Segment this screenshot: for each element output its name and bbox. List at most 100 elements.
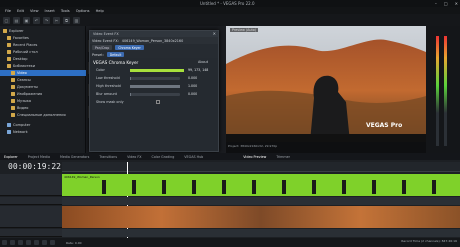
blur-slider[interactable] (130, 92, 180, 96)
record-icon[interactable] (2, 240, 7, 245)
audio-track-header[interactable] (0, 197, 62, 205)
tab-project-media[interactable]: Project Media (28, 155, 50, 159)
tree-item[interactable]: Документы (11, 84, 38, 90)
high-threshold-slider[interactable] (130, 84, 180, 88)
menu-bar: File Edit View Insert Tools Options Help (0, 7, 460, 14)
folder-icon (11, 71, 15, 75)
param-low-threshold: Low threshold 0.000 (96, 76, 198, 80)
menu-view[interactable]: View (30, 9, 39, 13)
prev-frame-icon[interactable] (42, 240, 47, 245)
low-threshold-slider[interactable] (130, 76, 180, 80)
menu-file[interactable]: File (5, 9, 11, 13)
menu-options[interactable]: Options (76, 9, 90, 13)
timecode-display: 00:00:19:22 (8, 162, 61, 171)
tab-vegas-hub[interactable]: VEGAS Hub (184, 155, 203, 159)
tree-item[interactable]: Recent Places (7, 42, 37, 48)
timeline: 00:00:19:22 406149_Woman_Person Rate: 0.… (0, 160, 460, 247)
tree-item[interactable]: Специальные дополнения (11, 112, 66, 118)
new-icon[interactable]: ▢ (3, 16, 10, 24)
color-swatch[interactable] (130, 68, 184, 72)
copy-icon[interactable]: ⧉ (63, 16, 70, 24)
param-color: Color 99, 173, 148 (96, 68, 209, 72)
show-mask-row[interactable]: Show mask only (96, 99, 216, 105)
tab-video-fx[interactable]: Video FX (127, 155, 141, 159)
maximize-icon[interactable]: □ (444, 1, 448, 6)
tree-item[interactable]: Explorer (3, 28, 24, 34)
video-track-header[interactable] (0, 174, 62, 196)
open-icon[interactable]: ▤ (13, 16, 20, 24)
pan-crop-button[interactable]: Pan/Crop (92, 45, 113, 50)
rate-label: Rate: 0.00 (66, 240, 82, 245)
next-frame-icon[interactable] (50, 240, 55, 245)
tree-item[interactable]: Favorites (7, 35, 29, 41)
tree-item[interactable]: Desktop (7, 56, 27, 62)
tree-item[interactable]: Сеансы (11, 77, 31, 83)
param-high-threshold: High threshold 1.000 (96, 84, 198, 88)
video-track-2[interactable] (62, 206, 460, 228)
tab-transitions[interactable]: Transitions (99, 155, 117, 159)
pause-icon[interactable] (26, 240, 31, 245)
save-icon[interactable]: ▣ (23, 16, 30, 24)
audio-track-2-header[interactable] (0, 229, 62, 237)
menu-help[interactable]: Help (96, 9, 104, 13)
about-link[interactable]: About (198, 59, 218, 65)
preview-quality[interactable]: Preview (Auto) (230, 28, 259, 32)
preset-row: Preset: Default (90, 51, 218, 58)
folder-icon (11, 85, 15, 89)
tree-item[interactable]: Изображения (11, 91, 42, 97)
tab-trimmer[interactable]: Trimmer (276, 155, 290, 159)
video-track-1: 406149_Woman_Person (62, 174, 460, 196)
clip-label: 406149_Woman_Person (64, 175, 100, 179)
tree-item[interactable]: Музыка (11, 98, 31, 104)
menu-edit[interactable]: Edit (17, 9, 24, 13)
undo-icon[interactable]: ↶ (33, 16, 40, 24)
folder-icon (7, 64, 11, 68)
tab-video-preview[interactable]: Video Preview (243, 155, 266, 159)
folder-icon (7, 57, 11, 61)
paste-icon[interactable]: ▥ (73, 16, 80, 24)
loop-icon[interactable] (10, 240, 15, 245)
tree-item[interactable]: Network (7, 129, 28, 135)
tree-item[interactable]: Computer (7, 122, 30, 128)
vegas-logo: VEGAS Pro (366, 122, 403, 129)
play-icon[interactable] (18, 240, 23, 245)
folder-icon (11, 78, 15, 82)
meter-left (436, 36, 439, 146)
video-preview-pane: VEGAS Pro Preview (Auto) Project: 3840x2… (226, 26, 460, 153)
show-mask-checkbox[interactable] (156, 100, 160, 104)
folder-icon (7, 36, 11, 40)
cut-icon[interactable]: ✂ (53, 16, 60, 24)
stop-icon[interactable] (34, 240, 39, 245)
tab-explorer[interactable]: Explorer (4, 155, 18, 159)
chroma-keyer-button[interactable]: Chroma Keyer (115, 45, 144, 50)
tree-item[interactable]: Рабочий стол (7, 49, 38, 55)
close-icon[interactable]: ✕ (455, 1, 458, 6)
menu-tools[interactable]: Tools (61, 9, 70, 13)
docking-tabs: Explorer Project Media Media Generators … (0, 153, 460, 160)
minimize-icon[interactable]: – (435, 1, 437, 6)
tree-item[interactable]: Видео (11, 105, 28, 111)
tab-media-generators[interactable]: Media Generators (60, 155, 89, 159)
tab-color-grading[interactable]: Color Grading (152, 155, 175, 159)
plugin-title: VEGAS Chroma Keyer (93, 59, 139, 65)
folder-icon (7, 50, 11, 54)
folder-icon (11, 99, 15, 103)
audio-track-1 (62, 197, 460, 205)
preset-select[interactable]: Default (106, 52, 125, 57)
folder-icon (11, 113, 15, 117)
explorer-pane: Explorer Favorites Recent Places Рабочий… (0, 26, 86, 154)
tree-item-video-selected[interactable]: Video (0, 70, 86, 76)
tree-item[interactable]: Библиотеки (7, 63, 35, 69)
folder-icon (11, 92, 15, 96)
video-track-2-header[interactable] (0, 206, 62, 228)
param-blur: Blur amount 0.000 (96, 92, 198, 96)
redo-icon[interactable]: ↷ (43, 16, 50, 24)
fx-chain-bar: Video Event FX: 406149_Woman_Person_3840… (90, 37, 218, 44)
close-icon[interactable]: ✕ (213, 31, 216, 36)
preview-frame: VEGAS Pro Preview (Auto) (226, 26, 426, 142)
time-ruler[interactable] (62, 162, 460, 172)
clip-thumbnails[interactable] (62, 174, 460, 196)
folder-icon (7, 43, 11, 47)
project-info: Project: 3840x2160x32, 29.970p (228, 144, 278, 148)
menu-insert[interactable]: Insert (45, 9, 55, 13)
